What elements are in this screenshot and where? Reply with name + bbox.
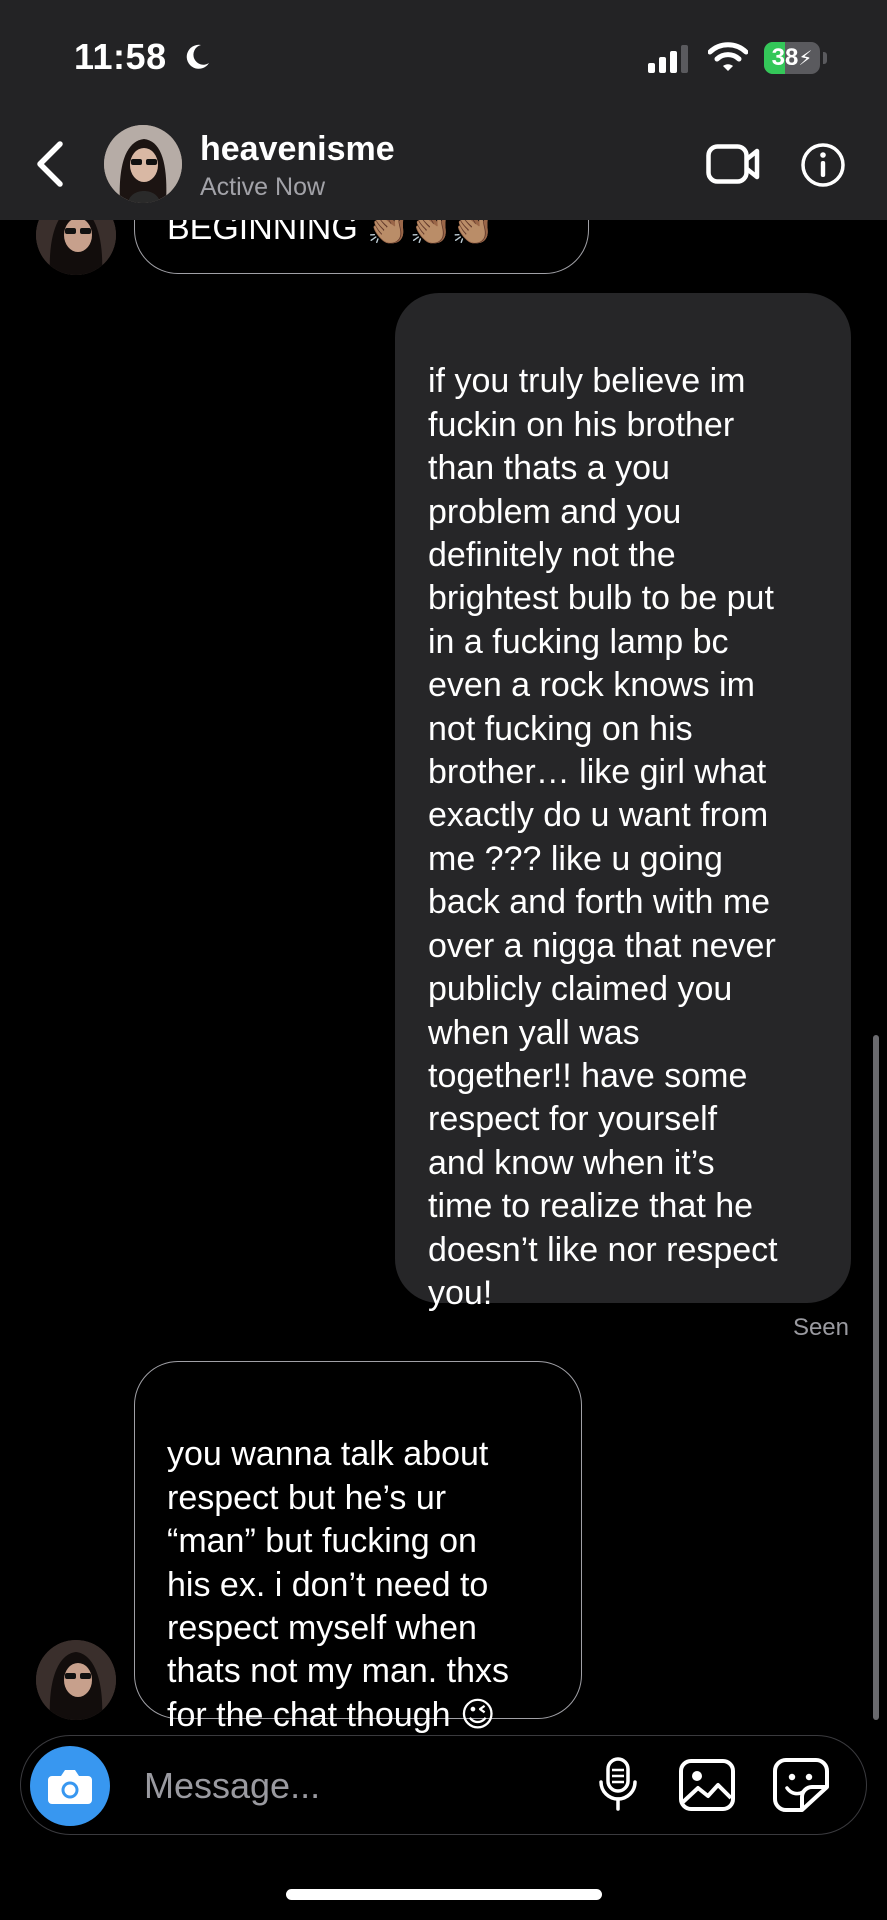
battery-nub — [823, 52, 827, 64]
wifi-icon — [708, 42, 748, 71]
contact-name[interactable]: heavenisme — [200, 130, 395, 169]
profile-photo — [36, 1640, 116, 1720]
avatar[interactable] — [104, 125, 182, 203]
info-icon[interactable] — [800, 142, 846, 188]
home-indicator[interactable] — [286, 1889, 602, 1900]
sender-avatar[interactable] — [36, 1640, 116, 1720]
sticker-icon[interactable] — [772, 1757, 830, 1813]
scrollbar[interactable] — [873, 1035, 879, 1720]
seen-receipt: Seen — [792, 1314, 849, 1341]
video-call-icon[interactable] — [706, 142, 760, 186]
status-time: 11:58 — [74, 36, 167, 77]
winking-face-emoji: 😉 — [460, 1695, 496, 1734]
message-text: if you truly believe im fuckin on his br… — [428, 362, 778, 1312]
message-bubble-outgoing[interactable]: if you truly believe im fuckin on his br… — [395, 293, 851, 1312]
moon-icon — [186, 44, 209, 69]
gallery-icon[interactable] — [678, 1758, 736, 1812]
message-input[interactable] — [142, 1760, 566, 1812]
microphone-icon[interactable] — [596, 1756, 640, 1812]
signal-bars-icon — [648, 45, 688, 73]
message-bubble-incoming[interactable]: you wanna talk about respect but he’s ur… — [134, 1361, 582, 1734]
camera-button[interactable] — [30, 1746, 110, 1826]
top-bar: 11:58 38⚡ heavenisme Active Now — [0, 0, 887, 220]
back-chevron-icon[interactable] — [30, 136, 70, 192]
battery-charging-icon: 38⚡ — [764, 42, 820, 74]
battery-percent: 38⚡ — [771, 44, 813, 71]
active-status: Active Now — [200, 173, 326, 201]
message-text: you wanna talk about respect but he’s ur… — [167, 1435, 510, 1734]
camera-icon — [48, 1770, 92, 1804]
profile-photo — [104, 125, 182, 203]
